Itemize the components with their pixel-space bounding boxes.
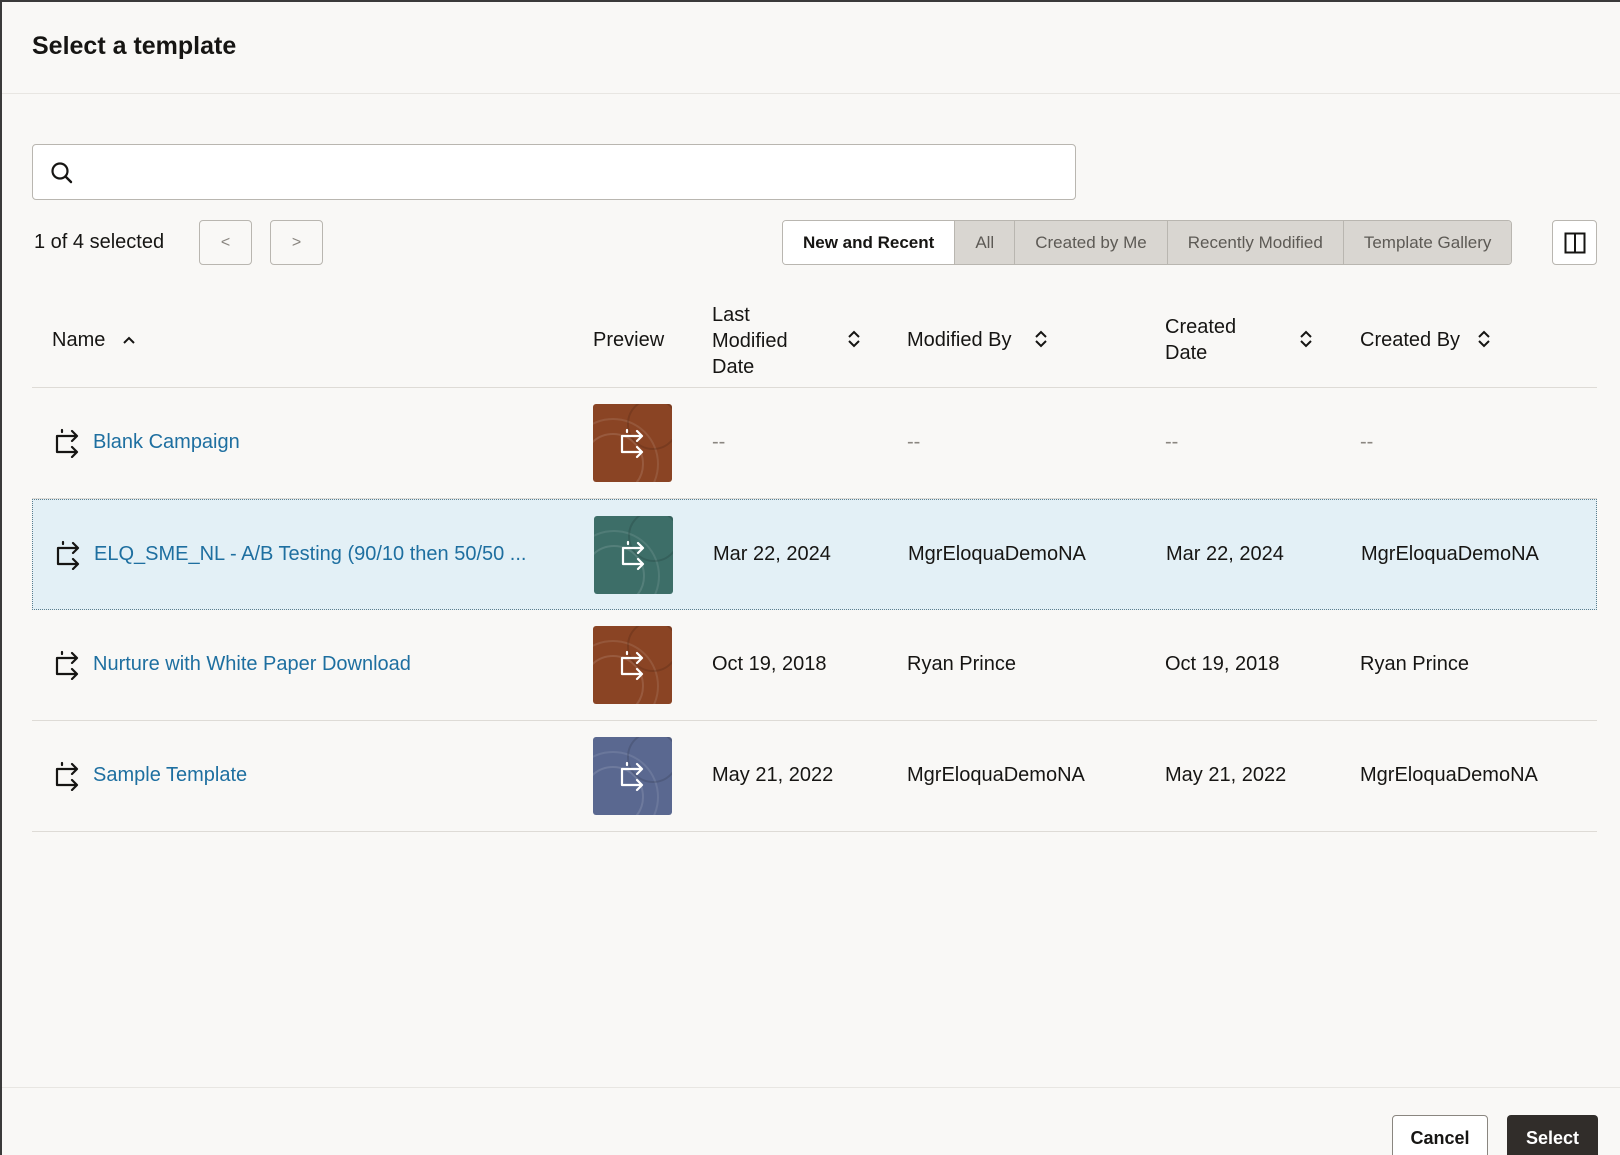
search-input[interactable] bbox=[89, 153, 1059, 191]
sort-icon[interactable] bbox=[1299, 329, 1313, 349]
template-preview-thumbnail[interactable] bbox=[593, 626, 672, 704]
created-date-cell: May 21, 2022 bbox=[1165, 764, 1287, 786]
header-last-modified-line1: Last bbox=[712, 304, 750, 326]
template-name-link[interactable]: Sample Template bbox=[93, 764, 247, 787]
table-row[interactable]: Blank Campaign -- -- -- -- bbox=[32, 388, 1597, 499]
template-name-link[interactable]: Blank Campaign bbox=[93, 431, 240, 454]
filter-created-by-me[interactable]: Created by Me bbox=[1014, 221, 1167, 264]
dialog-title: Select a template bbox=[32, 32, 237, 60]
next-button[interactable]: > bbox=[270, 220, 323, 265]
select-button[interactable]: Select bbox=[1507, 1115, 1598, 1155]
modified-by-cell: MgrEloquaDemoNA bbox=[907, 764, 1085, 786]
sort-icon[interactable] bbox=[1477, 329, 1491, 349]
created-by-cell: -- bbox=[1360, 431, 1374, 453]
template-dialog: Select a template 1 of 4 selected < > Ne… bbox=[0, 0, 1620, 1155]
header-last-modified-line3: Date bbox=[712, 356, 755, 378]
campaign-flow-icon bbox=[55, 761, 79, 791]
table-header: Name Preview Last Modified Date Modified… bbox=[32, 292, 1597, 388]
header-last-modified[interactable]: Last Modified Date bbox=[712, 302, 788, 380]
template-preview-thumbnail[interactable] bbox=[593, 404, 672, 482]
search-icon bbox=[49, 160, 75, 186]
created-date-cell: Mar 22, 2024 bbox=[1166, 543, 1284, 565]
header-created-date[interactable]: Created Date bbox=[1165, 314, 1236, 366]
template-name-link[interactable]: ELQ_SME_NL - A/B Testing (90/10 then 50/… bbox=[94, 543, 526, 566]
sort-icon[interactable] bbox=[1034, 329, 1048, 349]
dialog-footer: Cancel Select bbox=[2, 1087, 1620, 1155]
header-created-date-line2: Date bbox=[1165, 342, 1208, 364]
filter-group: New and Recent All Created by Me Recentl… bbox=[782, 220, 1513, 265]
sort-icon[interactable] bbox=[847, 329, 861, 349]
filter-all[interactable]: All bbox=[954, 221, 1015, 264]
header-name[interactable]: Name bbox=[52, 327, 135, 353]
header-name-label: Name bbox=[52, 329, 106, 351]
modified-by-cell: -- bbox=[907, 431, 921, 453]
filter-template-gallery[interactable]: Template Gallery bbox=[1342, 221, 1512, 264]
created-date-cell: Oct 19, 2018 bbox=[1165, 653, 1280, 675]
created-by-cell: Ryan Prince bbox=[1360, 653, 1469, 675]
modified-by-cell: Ryan Prince bbox=[907, 653, 1016, 675]
header-created-by-label: Created By bbox=[1360, 329, 1461, 351]
created-by-cell: MgrEloquaDemoNA bbox=[1360, 764, 1538, 786]
last-modified-cell: Oct 19, 2018 bbox=[712, 653, 827, 675]
header-created-by[interactable]: Created By bbox=[1360, 327, 1460, 353]
template-preview-thumbnail[interactable] bbox=[594, 516, 673, 594]
columns-button[interactable] bbox=[1552, 220, 1597, 265]
search-box[interactable] bbox=[32, 144, 1076, 200]
cancel-button[interactable]: Cancel bbox=[1392, 1115, 1488, 1155]
campaign-flow-icon bbox=[55, 650, 79, 680]
header-preview: Preview bbox=[593, 329, 665, 351]
dialog-header: Select a template bbox=[2, 2, 1620, 94]
split-columns-icon bbox=[1564, 232, 1586, 254]
filter-recently-modified[interactable]: Recently Modified bbox=[1166, 221, 1343, 264]
header-modified-by-label: Modified By bbox=[907, 329, 1012, 351]
header-last-modified-line2: Modified bbox=[712, 330, 788, 352]
sort-ascending-icon bbox=[123, 336, 135, 344]
modified-by-cell: MgrEloquaDemoNA bbox=[908, 543, 1086, 565]
campaign-flow-icon bbox=[56, 540, 80, 570]
previous-button[interactable]: < bbox=[199, 220, 252, 265]
table-row[interactable]: ELQ_SME_NL - A/B Testing (90/10 then 50/… bbox=[32, 499, 1597, 610]
created-date-cell: -- bbox=[1165, 431, 1179, 453]
last-modified-cell: May 21, 2022 bbox=[712, 764, 834, 786]
table-row[interactable]: Nurture with White Paper Download Oct 19,… bbox=[32, 610, 1597, 721]
created-by-cell: MgrEloquaDemoNA bbox=[1361, 543, 1539, 565]
template-table: Name Preview Last Modified Date Modified… bbox=[32, 292, 1597, 832]
filter-new-and-recent[interactable]: New and Recent bbox=[783, 221, 955, 264]
table-row[interactable]: Sample Template May 21, 2022 MgrEloquaDemo… bbox=[32, 721, 1597, 832]
template-name-link[interactable]: Nurture with White Paper Download bbox=[93, 653, 411, 676]
last-modified-cell: Mar 22, 2024 bbox=[713, 543, 831, 565]
last-modified-cell: -- bbox=[712, 431, 726, 453]
selected-count: 1 of 4 selected bbox=[34, 231, 165, 253]
campaign-flow-icon bbox=[55, 428, 79, 458]
header-created-date-line1: Created bbox=[1165, 316, 1237, 338]
header-modified-by[interactable]: Modified By bbox=[907, 327, 1012, 353]
template-preview-thumbnail[interactable] bbox=[593, 737, 672, 815]
